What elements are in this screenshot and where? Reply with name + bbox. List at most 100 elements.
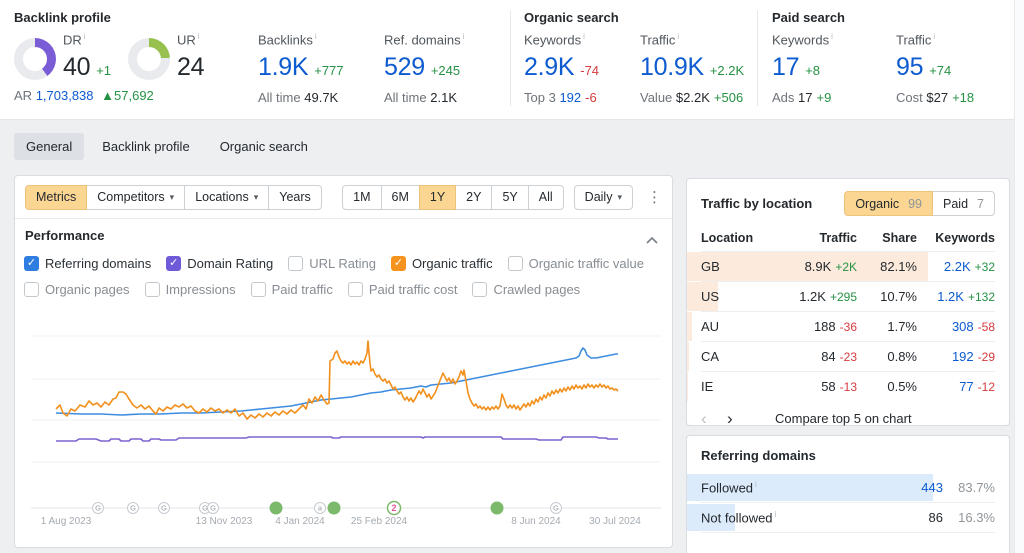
range-5y[interactable]: 5Y [491, 185, 528, 210]
checkbox-paid-traffic-cost[interactable]: Paid traffic cost [348, 282, 458, 297]
locations-pager: ‹ › Compare top 5 on chart [701, 410, 995, 427]
tab-backlink-profile[interactable]: Backlink profile [90, 133, 201, 160]
top3-label: Top 3 [524, 90, 556, 105]
performance-line-chart[interactable]: GGGGGa2G1 Aug 202313 Nov 20234 Jan 20242… [15, 321, 672, 547]
paid-traffic-value[interactable]: 95 [896, 53, 923, 81]
paid-keywords-value[interactable]: 17 [772, 53, 799, 81]
ar-value[interactable]: 1,703,838 [36, 88, 94, 103]
metrics-button[interactable]: Metrics [25, 185, 87, 210]
chart-toolbar: Metrics Competitors▾ Locations▾ Years 1M… [15, 176, 672, 219]
scrollbar-track[interactable] [1014, 0, 1024, 553]
ref-domains-stat: Ref. domainsi 529+245 All time 2.1K [384, 32, 464, 105]
info-icon[interactable]: i [933, 32, 935, 41]
share-bar [687, 312, 692, 341]
referring-domains-title: Referring domains [701, 448, 995, 463]
backlinks-value[interactable]: 1.9K [258, 53, 308, 81]
range-1y[interactable]: 1Y [419, 185, 456, 210]
dr-stat: DRi 40+1 [63, 32, 111, 81]
table-row-ie[interactable]: IE 58-13 0.5% 77-12 [701, 371, 995, 401]
overview-band: Backlink profile DRi 40+1 URi 24 AR 1,70… [0, 0, 1014, 120]
info-icon[interactable]: i [463, 32, 465, 41]
checkbox-organic-pages[interactable]: Organic pages [24, 282, 130, 297]
checkbox-icon: ✓ [391, 256, 406, 271]
locations-table-header: Location Traffic Share Keywords [701, 225, 995, 251]
table-row-ca[interactable]: CA 84-23 0.8% 192-29 [701, 341, 995, 371]
checkbox-impressions[interactable]: Impressions [145, 282, 236, 297]
organic-traffic-label: Traffic [640, 32, 675, 47]
competitors-dropdown[interactable]: Competitors▾ [86, 185, 185, 210]
paid-toggle-button[interactable]: Paid7 [932, 191, 995, 216]
info-icon[interactable]: i [775, 510, 777, 519]
table-row-gb[interactable]: GB 8.9K+2K 82.1% 2.2K+32 [701, 251, 995, 281]
info-icon[interactable]: i [84, 32, 86, 41]
table-row-au[interactable]: AU 188-36 1.7% 308-58 [701, 311, 995, 341]
range-2y[interactable]: 2Y [455, 185, 492, 210]
ur-value: 24 [177, 53, 204, 81]
cost-delta: +18 [952, 90, 974, 105]
svg-text:2: 2 [391, 503, 396, 513]
range-1m[interactable]: 1M [342, 185, 381, 210]
info-icon[interactable]: i [583, 32, 585, 41]
locations-table: Location Traffic Share Keywords GB 8.9K+… [701, 225, 995, 401]
paid-traffic-delta: +74 [929, 63, 951, 81]
compare-top5-link[interactable]: Compare top 5 on chart [775, 411, 912, 426]
organic-keywords-value[interactable]: 2.9K [524, 53, 574, 81]
dr-label: DR [63, 32, 82, 47]
years-button[interactable]: Years [268, 185, 322, 210]
info-icon[interactable]: i [198, 32, 200, 41]
tab-organic-search[interactable]: Organic search [208, 133, 320, 160]
organic-traffic-delta: +2.2K [710, 63, 744, 81]
metric-checkbox-row-2: Organic pages Impressions Paid traffic P… [24, 282, 580, 297]
dr-delta: +1 [96, 63, 111, 81]
checkbox-domain-rating[interactable]: ✓Domain Rating [166, 256, 273, 271]
paid-keywords-stat: Keywordsi 17+8 Ads 17+9 [772, 32, 833, 105]
granularity-dropdown[interactable]: Daily▾ [574, 185, 633, 210]
ar-delta: ▲57,692 [101, 88, 154, 106]
range-6m[interactable]: 6M [381, 185, 420, 210]
tab-general[interactable]: General [14, 133, 84, 160]
backlinks-stat: Backlinksi 1.9K+777 All time 49.7K [258, 32, 344, 105]
range-group: 1M 6M 1Y 2Y 5Y All [342, 185, 564, 210]
info-icon[interactable]: i [831, 32, 833, 41]
more-options-icon[interactable]: ⋮ [647, 188, 662, 206]
locations-dropdown[interactable]: Locations▾ [184, 185, 269, 210]
next-page-icon[interactable]: › [727, 410, 753, 427]
svg-text:4 Jan 2024: 4 Jan 2024 [275, 516, 325, 527]
ref-domains-label: Ref. domains [384, 32, 461, 47]
table-row-us[interactable]: US 1.2K+295 10.7% 1.2K+132 [701, 281, 995, 311]
svg-text:1 Aug 2023: 1 Aug 2023 [41, 516, 92, 527]
info-icon[interactable]: i [755, 480, 757, 489]
checkbox-crawled-pages[interactable]: Crawled pages [472, 282, 580, 297]
backlinks-sub-label: All time [258, 90, 301, 105]
checkbox-url-rating[interactable]: URL Rating [288, 256, 376, 271]
ref-domains-value[interactable]: 529 [384, 53, 425, 81]
range-all[interactable]: All [528, 185, 564, 210]
svg-text:G: G [210, 504, 216, 513]
paid-keywords-label: Keywords [772, 32, 829, 47]
info-icon[interactable]: i [315, 32, 317, 41]
not-followed-row[interactable]: Not followedi 86 16.3% [701, 503, 995, 533]
checkbox-icon [508, 256, 523, 271]
organic-keywords-stat: Keywordsi 2.9K-74 Top 3 192-6 [524, 32, 599, 105]
organic-toggle-button[interactable]: Organic99 [844, 191, 933, 216]
organic-paid-toggle: Organic99 Paid7 [844, 191, 995, 216]
ur-donut-chart [128, 38, 170, 80]
checkbox-organic-traffic-value[interactable]: Organic traffic value [508, 256, 644, 271]
value-delta: +506 [714, 90, 743, 105]
top3-value[interactable]: 192 [559, 90, 581, 105]
organic-traffic-value[interactable]: 10.9K [640, 53, 704, 81]
info-icon[interactable]: i [677, 32, 679, 41]
value-value: $2.2K [676, 90, 710, 105]
svg-text:G: G [130, 504, 136, 513]
svg-text:G: G [95, 504, 101, 513]
checkbox-icon: ✓ [166, 256, 181, 271]
ahrefs-rank-line: AR 1,703,838 ▲57,692 [14, 88, 154, 103]
organic-keywords-label: Keywords [524, 32, 581, 47]
checkbox-organic-traffic[interactable]: ✓Organic traffic [391, 256, 493, 271]
followed-row[interactable]: Followedi 443 83.7% [701, 473, 995, 503]
checkbox-paid-traffic[interactable]: Paid traffic [251, 282, 333, 297]
collapse-chevron-icon[interactable] [646, 232, 658, 247]
paid-traffic-stat: Traffici 95+74 Cost $27+18 [896, 32, 974, 105]
checkbox-referring-domains[interactable]: ✓Referring domains [24, 256, 151, 271]
prev-page-icon[interactable]: ‹ [701, 410, 727, 427]
